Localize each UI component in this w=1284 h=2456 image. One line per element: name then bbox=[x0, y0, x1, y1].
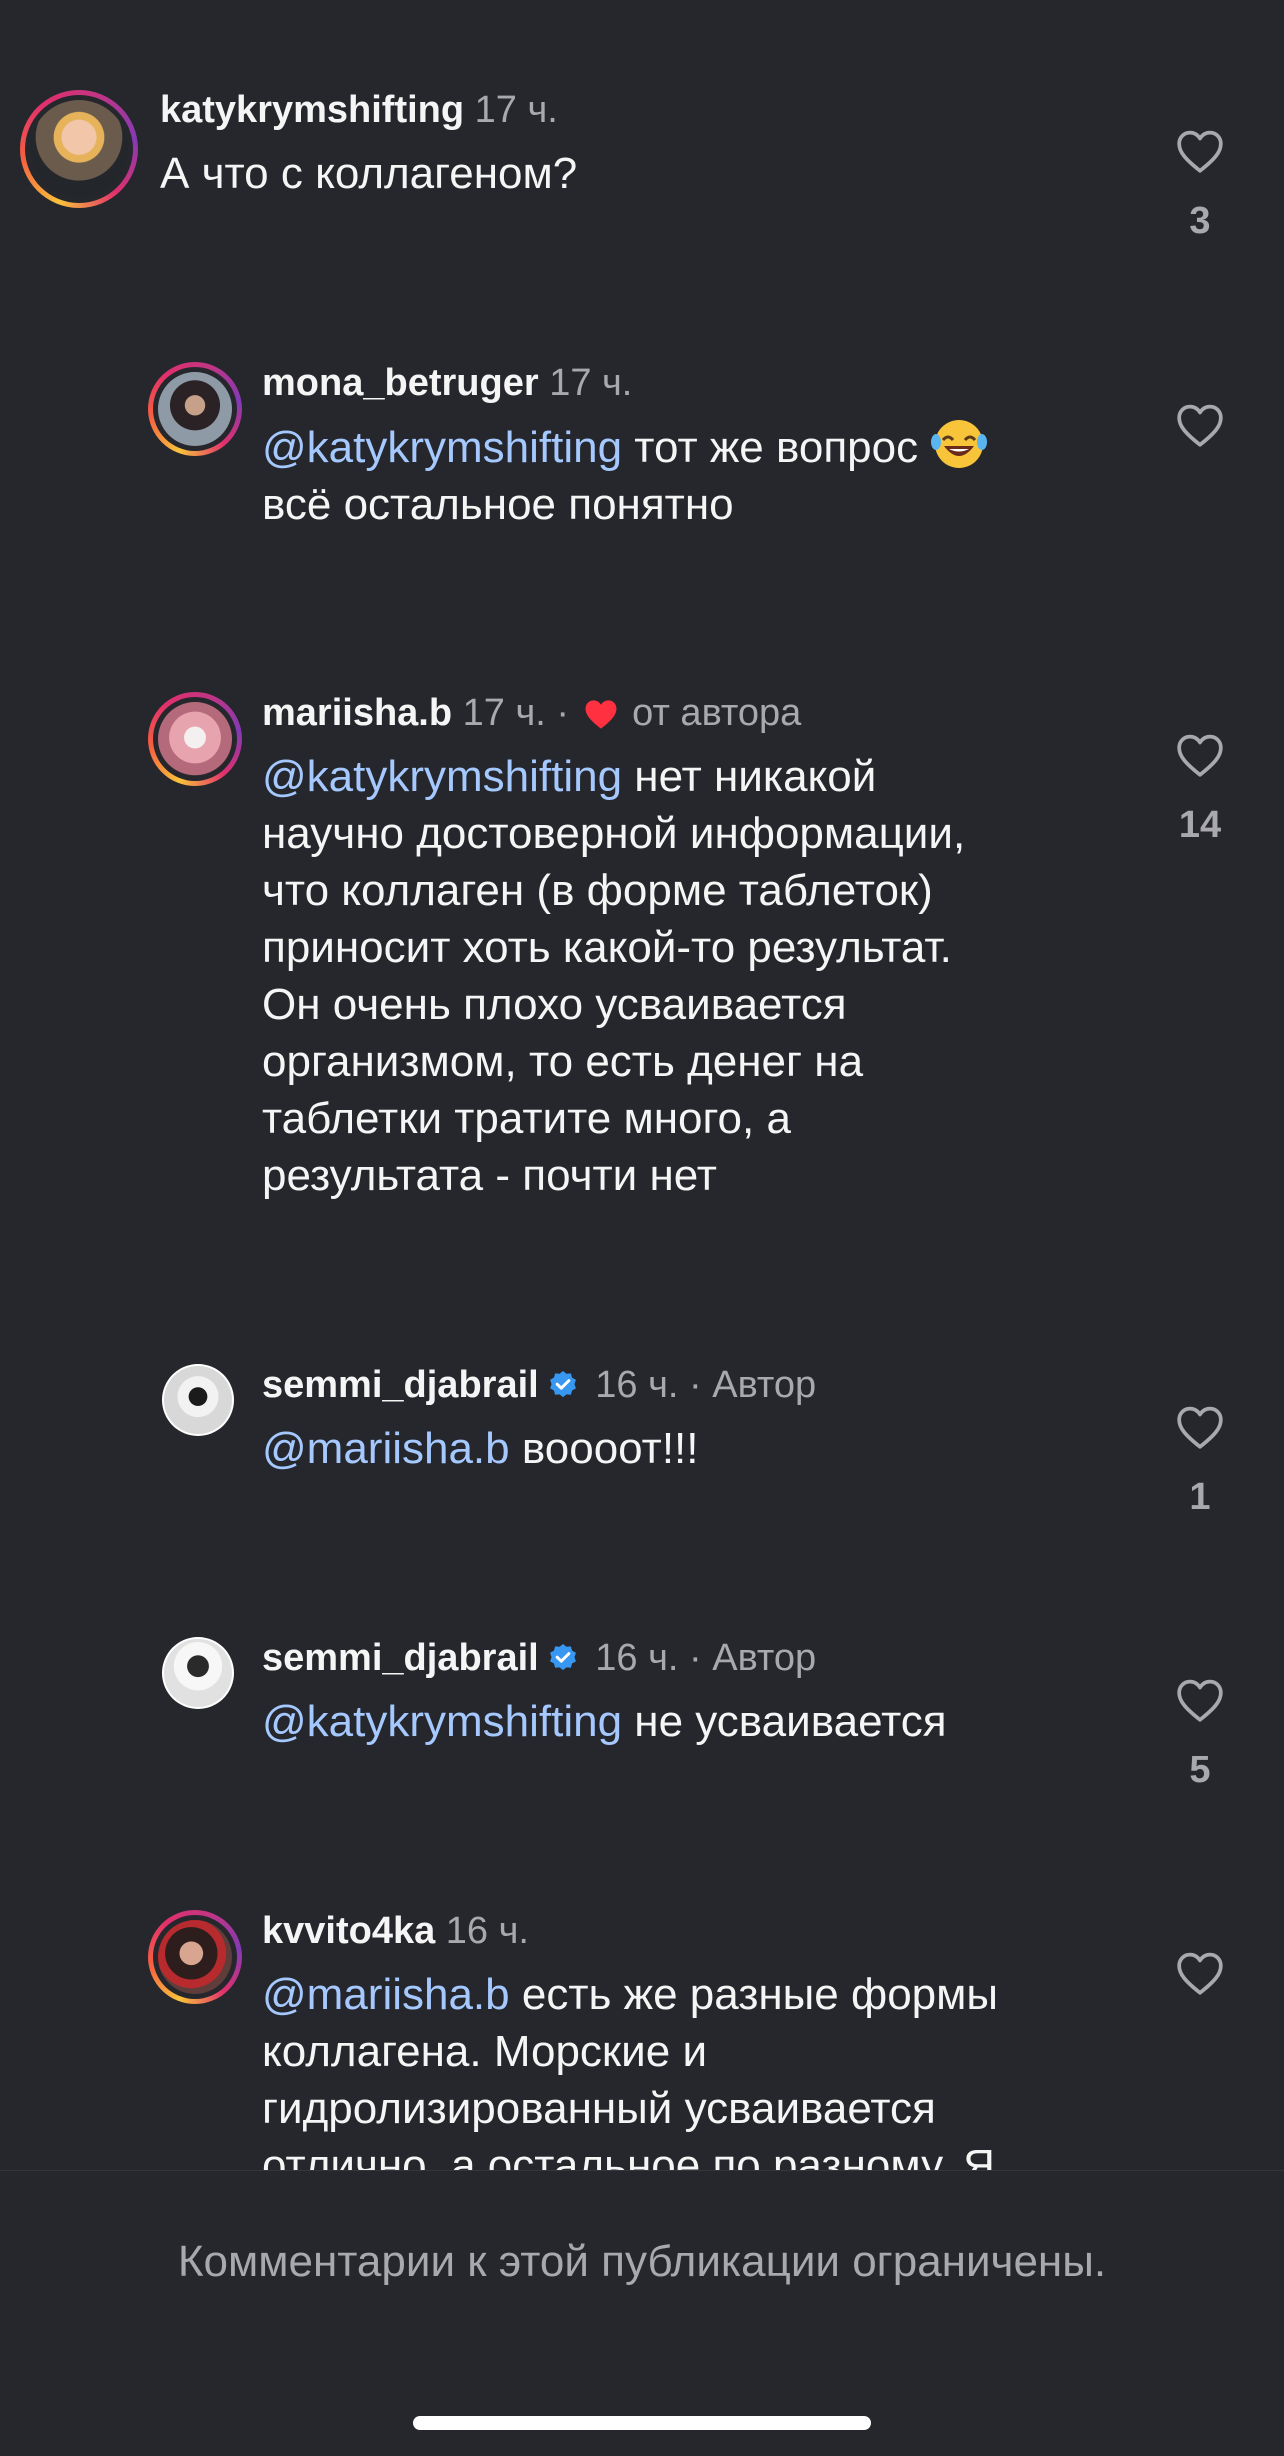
comments-list[interactable]: katykrymshifting 17 ч. А что с коллагено… bbox=[0, 0, 1284, 2170]
verified-badge-icon bbox=[549, 1371, 576, 1398]
timestamp: 17 ч. bbox=[549, 362, 633, 404]
timestamp: 17 ч. bbox=[474, 89, 558, 131]
laughing-emoji-icon bbox=[931, 420, 988, 468]
like-count: 5 bbox=[1189, 1749, 1211, 1791]
comment-body-line: есть же разные формы bbox=[509, 1970, 999, 2019]
comment-text: @katykrymshifting не усваивается bbox=[262, 1693, 947, 1750]
like-button[interactable]: 1 bbox=[1170, 1404, 1230, 1519]
like-button[interactable]: 3 bbox=[1170, 128, 1230, 243]
comment-body-line: нет никакой bbox=[622, 752, 877, 801]
comments-footer: Комментарии к этой публикации ограничены… bbox=[0, 2170, 1284, 2456]
author-label: Автор bbox=[712, 1364, 817, 1406]
like-button[interactable] bbox=[1170, 402, 1230, 448]
comment-body-line: научно достоверной информации, bbox=[262, 809, 966, 858]
heart-outline-icon[interactable] bbox=[1175, 1677, 1225, 1723]
comment-text: @katykrymshifting нет никакой научно дос… bbox=[262, 748, 1122, 1204]
like-button[interactable]: 5 bbox=[1170, 1677, 1230, 1792]
comment-header: semmi_djabrail 16 ч. · Автор bbox=[262, 1362, 816, 1408]
comment-body-line: приносит хоть какой-то результат. bbox=[262, 923, 952, 972]
timestamp: 16 ч. bbox=[595, 1364, 679, 1406]
liked-by-author-label: от автора bbox=[632, 692, 802, 734]
comment-body-line: результата - почти нет bbox=[262, 1151, 717, 1200]
separator: · bbox=[556, 692, 570, 734]
comment-header: semmi_djabrail 16 ч. · Автор bbox=[262, 1635, 816, 1681]
comment-text: @katykrymshifting тот же вопрос всё оста… bbox=[262, 418, 1102, 533]
comment-body-line: что коллаген (в форме таблеток) bbox=[262, 866, 933, 915]
avatar[interactable] bbox=[148, 362, 242, 456]
username[interactable]: katykrymshifting bbox=[160, 89, 464, 131]
username[interactable]: mariisha.b bbox=[262, 692, 452, 734]
avatar[interactable] bbox=[162, 1637, 234, 1709]
comment-body-line: организмом, то есть денег на bbox=[262, 1037, 864, 1086]
username[interactable]: semmi_djabrail bbox=[262, 1364, 539, 1406]
comment-body: не усваивается bbox=[622, 1697, 947, 1746]
username[interactable]: kvvito4ka bbox=[262, 1910, 435, 1952]
avatar[interactable] bbox=[148, 1910, 242, 2004]
comment-body-line: таблетки тратите много, а bbox=[262, 1094, 791, 1143]
comment-body-line: отлично, а остальное по разному. Я bbox=[262, 2141, 995, 2170]
comments-restricted-notice: Комментарии к этой публикации ограничены… bbox=[177, 2237, 1107, 2286]
mention-link[interactable]: @mariisha.b bbox=[262, 1424, 510, 1473]
author-label: Автор bbox=[712, 1637, 817, 1679]
timestamp: 17 ч. bbox=[462, 692, 546, 734]
heart-outline-icon[interactable] bbox=[1175, 402, 1225, 448]
like-count: 14 bbox=[1178, 804, 1222, 846]
home-indicator[interactable] bbox=[413, 2416, 871, 2430]
comment-body: А что с коллагеном? bbox=[160, 149, 578, 198]
separator: · bbox=[689, 1364, 702, 1406]
comment-text: @mariisha.b есть же разные формы коллаге… bbox=[262, 1966, 1122, 2170]
comment-body-line: Он очень плохо усваивается bbox=[262, 980, 847, 1029]
like-button[interactable] bbox=[1170, 1950, 1230, 1996]
mention-link[interactable]: @katykrymshifting bbox=[262, 423, 622, 472]
comment-body: воооот!!! bbox=[509, 1424, 699, 1473]
like-count: 1 bbox=[1189, 1476, 1211, 1518]
comment-body-line: всё остальное понятно bbox=[262, 480, 734, 529]
timestamp: 16 ч. bbox=[445, 1910, 529, 1952]
username[interactable]: mona_betruger bbox=[262, 362, 539, 404]
comment-header: kvvito4ka 16 ч. bbox=[262, 1908, 529, 1954]
separator: · bbox=[689, 1637, 702, 1679]
like-button[interactable]: 14 bbox=[1170, 732, 1230, 847]
mention-link[interactable]: @katykrymshifting bbox=[262, 1697, 622, 1746]
comment-header: mariisha.b 17 ч. · от автора bbox=[262, 690, 801, 736]
heart-outline-icon[interactable] bbox=[1175, 128, 1225, 174]
comment-header: mona_betruger 17 ч. bbox=[262, 360, 632, 406]
author-liked-heart-icon bbox=[585, 700, 617, 729]
mention-link[interactable]: @katykrymshifting bbox=[262, 752, 622, 801]
comment-body: тот же вопрос bbox=[622, 423, 931, 472]
comment-body-line: коллагена. Морские и bbox=[262, 2027, 708, 2076]
like-count: 3 bbox=[1189, 200, 1211, 242]
timestamp: 16 ч. bbox=[595, 1637, 679, 1679]
avatar[interactable] bbox=[162, 1364, 234, 1436]
comment-text: @mariisha.b воооот!!! bbox=[262, 1420, 699, 1477]
avatar[interactable] bbox=[20, 90, 138, 208]
mention-link[interactable]: @mariisha.b bbox=[262, 1970, 510, 2019]
heart-outline-icon[interactable] bbox=[1175, 1950, 1225, 1996]
username[interactable]: semmi_djabrail bbox=[262, 1637, 539, 1679]
comment-text: А что с коллагеном? bbox=[160, 145, 577, 202]
comment-header: katykrymshifting 17 ч. bbox=[160, 87, 558, 133]
avatar[interactable] bbox=[148, 692, 242, 786]
heart-outline-icon[interactable] bbox=[1175, 1404, 1225, 1450]
comment-body-line: гидролизированный усваивается bbox=[262, 2084, 936, 2133]
heart-outline-icon[interactable] bbox=[1175, 732, 1225, 778]
verified-badge-icon bbox=[549, 1644, 576, 1671]
